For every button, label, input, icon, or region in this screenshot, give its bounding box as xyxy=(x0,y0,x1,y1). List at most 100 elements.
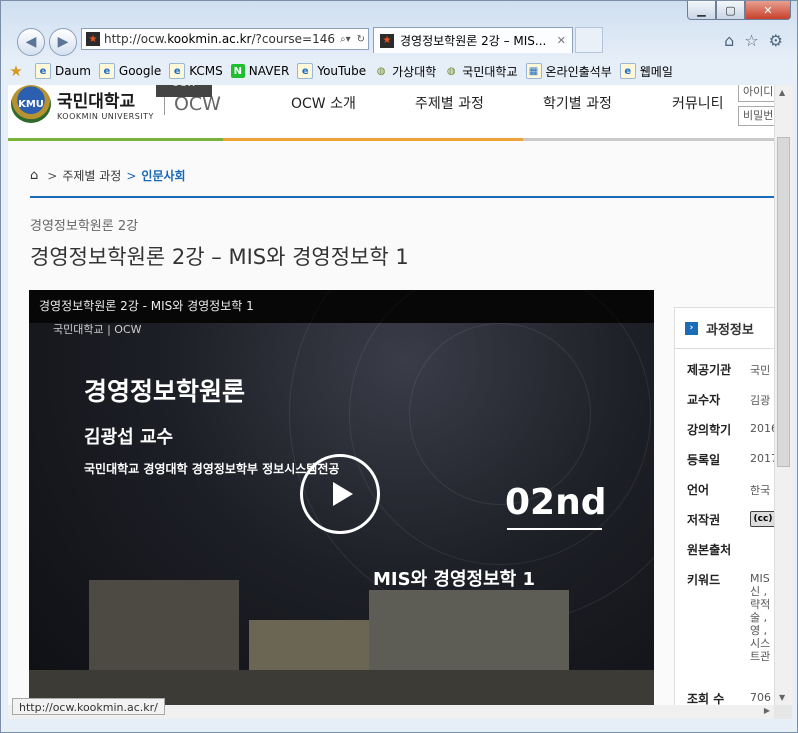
info-label: 저작권 xyxy=(687,513,721,527)
keywords-value: MIS 신 , 략적 술 , 영 , 시스 트관 xyxy=(750,572,771,663)
new-tab-button[interactable] xyxy=(575,27,603,53)
favorite-label: 가상대학 xyxy=(392,64,437,79)
password-input[interactable]: 비밀번호 xyxy=(738,106,774,126)
chevron-right-icon: > xyxy=(126,168,137,183)
gear-icon[interactable]: ⚙ xyxy=(769,31,783,50)
search-dropdown-icon[interactable]: ⌕▾ xyxy=(340,34,351,45)
video-course-title: 경영정보학원론 xyxy=(84,377,246,406)
breadcrumb-current[interactable]: 인문사회 xyxy=(141,167,185,184)
back-arrow-icon: ◀ xyxy=(25,34,37,50)
home-icon[interactable]: ⌂ xyxy=(30,168,38,183)
vertical-scrollbar[interactable]: ▲ ▼ xyxy=(774,85,793,705)
page-title: 경영정보학원론 2강 – MIS와 경영정보학 1 xyxy=(30,245,409,269)
scroll-down-icon[interactable]: ▼ xyxy=(779,693,785,702)
creative-commons-icon[interactable]: (cc) xyxy=(750,511,774,527)
globe-icon: ◍ xyxy=(376,65,386,77)
home-icon[interactable]: ⌂ xyxy=(724,31,734,50)
nav-by-semester[interactable]: 학기별 과정 xyxy=(543,93,672,113)
back-button[interactable]: ◀ xyxy=(17,28,45,56)
favorite-naver[interactable]: N NAVER xyxy=(230,64,289,78)
info-label: 제공기관 xyxy=(687,363,732,377)
divider xyxy=(507,528,602,530)
info-value: 706 xyxy=(750,691,771,704)
scroll-thumb[interactable] xyxy=(777,137,790,467)
favorite-label: Google xyxy=(118,64,162,78)
grid-icon: ▦ xyxy=(525,63,542,79)
minimize-button[interactable]: ▁ xyxy=(687,1,716,20)
favorites-star-button[interactable]: ★ xyxy=(9,62,27,80)
naver-icon: N xyxy=(230,64,245,78)
favorite-label: YouTube xyxy=(317,64,367,78)
tab-active[interactable]: ★ 경영정보학원론 2강 – MIS... ✕ xyxy=(373,27,573,53)
id-input[interactable]: 아이디 xyxy=(738,85,774,102)
favorite-youtube[interactable]: e YouTube xyxy=(297,63,366,79)
course-info-panel: › 과정정보 제공기관 국민 교수자 김광 강의학기 2016 등록일 2017… xyxy=(674,307,774,705)
favorites-bar: ★ e Daum e Google e KCMS N NAVER e YouTube ◍ 가… xyxy=(1,58,798,84)
info-value: 국민 xyxy=(750,364,771,377)
favorite-kcms[interactable]: e KCMS xyxy=(169,63,223,79)
url-host: http://ocw. xyxy=(104,32,168,46)
video-title-bar: 경영정보학원론 2강 - MIS와 경영정보학 1 xyxy=(29,290,654,323)
info-label: 교수자 xyxy=(687,393,721,407)
logo-text: 국민대학교 KOOKMIN UNIVERSITY xyxy=(57,87,154,121)
star-icon: ★ xyxy=(9,62,23,80)
info-label: 등록일 xyxy=(687,453,721,467)
page-viewport: KMU 국민대학교 KOOKMIN UNIVERSITY OCW OCW OCW… xyxy=(8,85,774,705)
info-label: 강의학기 xyxy=(687,423,732,437)
play-button[interactable] xyxy=(300,454,380,534)
browser-window: ▁ ▢ ✕ ◀ ▶ ★ http://ocw.kookmin.ac.kr/?co… xyxy=(0,0,798,733)
logo-korean: 국민대학교 xyxy=(57,92,136,112)
favorite-virtual-univ[interactable]: ◍ 가상대학 xyxy=(374,63,437,80)
nav-ocw-intro[interactable]: OCW 소개 xyxy=(291,93,415,113)
info-label: 조회 수 xyxy=(687,692,725,705)
video-logo: 국민대학교 | OCW xyxy=(53,323,142,336)
chevron-right-icon: > xyxy=(47,168,58,183)
panel-title: 과정정보 xyxy=(706,322,754,338)
favorites-star-icon[interactable]: ☆ xyxy=(744,31,758,50)
globe-icon: ◍ xyxy=(446,65,456,77)
refresh-icon[interactable]: ↻ xyxy=(357,34,365,45)
scroll-up-icon[interactable]: ▲ xyxy=(779,88,785,97)
forward-button[interactable]: ▶ xyxy=(49,28,77,56)
maximize-button[interactable]: ▢ xyxy=(716,1,745,20)
info-value: 한국 xyxy=(750,484,771,497)
ie-icon: e xyxy=(35,63,51,79)
favorite-attendance[interactable]: ▦ 온라인출석부 xyxy=(525,63,612,80)
toolbar-icons: ⌂ ☆ ⚙ xyxy=(724,31,783,50)
favorite-daum[interactable]: e Daum xyxy=(35,63,91,79)
tab-close-icon[interactable]: ✕ xyxy=(557,34,566,47)
address-bar[interactable]: ★ http://ocw.kookmin.ac.kr/?course=146 ⌕… xyxy=(81,28,369,50)
logo-english: KOOKMIN UNIVERSITY xyxy=(57,112,154,121)
window-controls: ▁ ▢ ✕ xyxy=(687,1,791,20)
info-value: 2016 xyxy=(750,422,774,435)
scroll-corner xyxy=(774,705,792,719)
play-icon xyxy=(332,482,353,506)
favorite-kookmin[interactable]: ◍ 국민대학교 xyxy=(444,63,518,80)
ie-icon: e xyxy=(98,63,115,79)
ie-icon: e xyxy=(169,63,186,79)
lecture-subtitle: 경영정보학원론 2강 xyxy=(30,219,139,234)
breadcrumb-topic[interactable]: 주제별 과정 xyxy=(62,167,121,184)
scroll-right-icon[interactable]: ▶ xyxy=(764,706,770,715)
main-nav: OCW 소개 주제별 과정 학기별 과정 커뮤니티 xyxy=(291,93,724,113)
forward-arrow-icon: ▶ xyxy=(57,34,69,50)
video-topic: MIS와 경영정보학 1 xyxy=(373,569,535,590)
close-button[interactable]: ✕ xyxy=(745,1,791,20)
video-lecture-number: 02nd xyxy=(505,482,607,523)
info-label: 언어 xyxy=(687,483,710,497)
nav-by-topic[interactable]: 주제별 과정 xyxy=(415,93,543,113)
video-professor: 김광섭 교수 xyxy=(84,427,174,448)
favorite-webmail[interactable]: e 웹메일 xyxy=(619,63,673,80)
favorite-label: Daum xyxy=(55,64,91,78)
address-url[interactable]: http://ocw.kookmin.ac.kr/?course=146 xyxy=(104,32,337,46)
kmu-emblem-icon: KMU xyxy=(11,85,51,123)
favorite-label: KCMS xyxy=(189,64,223,78)
nav-community[interactable]: 커뮤니티 xyxy=(672,93,724,113)
favorite-google[interactable]: e Google xyxy=(98,63,162,79)
video-player[interactable]: 경영정보학원론 2강 - MIS와 경영정보학 1 국민대학교 | OCW 경영… xyxy=(29,290,654,705)
login-box: 아이디 비밀번호 xyxy=(738,85,774,130)
info-value: 김광 xyxy=(750,394,771,407)
url-path: /?course=146 xyxy=(251,32,335,46)
site-favicon-icon: ★ xyxy=(86,32,100,46)
info-label: 키워드 xyxy=(687,573,721,587)
